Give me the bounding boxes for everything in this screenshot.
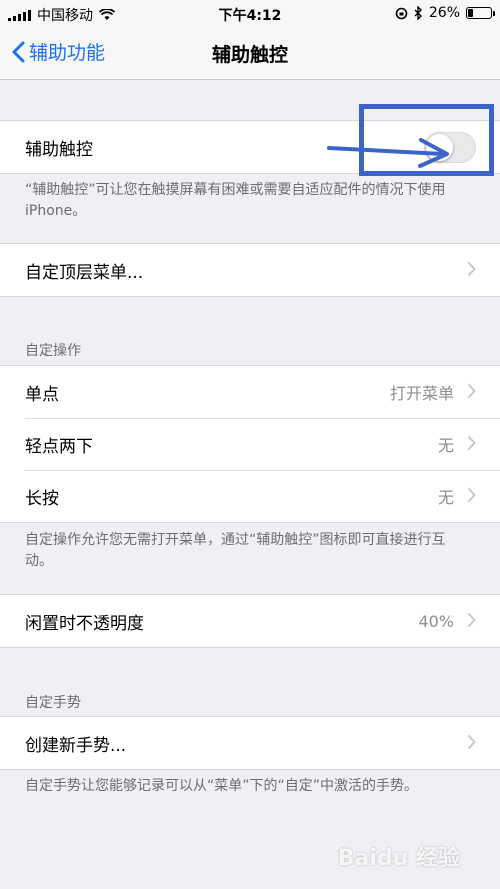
create-gesture-label: 创建新手势... [25,735,127,756]
assistive-touch-label: 辅助触控 [25,139,93,160]
chevron-left-icon [12,41,25,62]
navigation-bar: 辅助功能 辅助触控 [0,28,500,80]
create-new-gesture-row[interactable]: 创建新手势... [0,717,500,769]
idle-opacity-label: 闲置时不透明度 [25,613,144,634]
single-tap-value: 打开菜单 [389,384,454,403]
chevron-right-icon [467,435,476,451]
double-tap-row[interactable]: 轻点两下 无 [0,418,500,470]
customize-menu-label: 自定顶层菜单... [25,262,144,283]
status-left: 中国移动 [8,5,115,25]
bluetooth-icon [414,6,422,20]
idle-opacity-group: 闲置时不透明度 40% [0,594,500,648]
custom-gestures-footer: 自定手势让您能够记录可以从“菜单”下的“自定”中激活的手势。 [25,778,419,794]
assistive-touch-footer: “辅助触控”可让您在触摸屏幕有困难或需要自适应配件的情况下使用 iPhone。 [25,182,446,219]
long-press-label: 长按 [25,488,59,509]
status-bar: 中国移动 下午4:12 26% [0,0,500,28]
customize-menu-group: 自定顶层菜单... [0,243,500,297]
double-tap-value: 无 [437,436,454,455]
orientation-lock-icon [395,7,408,19]
chevron-right-icon [467,261,476,277]
custom-actions-footer: 自定操作允许您无需打开菜单，通过“辅助触控”图标即可直接进行互动。 [25,532,446,569]
wifi-icon [99,9,115,20]
idle-opacity-value: 40% [418,611,454,631]
customize-top-level-menu-row[interactable]: 自定顶层菜单... [0,244,500,296]
custom-gestures-header: 自定手势 [25,695,81,711]
battery-percent: 26% [428,5,460,21]
single-tap-row[interactable]: 单点 打开菜单 [0,366,500,418]
back-label: 辅助功能 [29,42,106,64]
single-tap-label: 单点 [25,384,59,405]
signal-icon [8,9,31,21]
long-press-value: 无 [437,488,454,507]
watermark-logo: Baidu 经验 [337,846,460,871]
chevron-right-icon [467,734,476,750]
chevron-right-icon [467,487,476,503]
idle-opacity-row[interactable]: 闲置时不透明度 40% [0,595,500,647]
custom-actions-header: 自定操作 [25,343,81,359]
carrier-label: 中国移动 [37,8,93,24]
annotation-arrow-icon [327,138,449,168]
custom-gestures-group: 创建新手势... [0,716,500,770]
battery-icon [466,7,495,19]
custom-actions-group: 单点 打开菜单 轻点两下 无 长按 无 [0,365,500,523]
status-right: 26% [395,5,495,21]
back-button[interactable]: 辅助功能 [12,38,105,65]
double-tap-label: 轻点两下 [25,436,93,457]
long-press-row[interactable]: 长按 无 [0,470,500,522]
chevron-right-icon [467,612,476,628]
chevron-right-icon [467,383,476,399]
